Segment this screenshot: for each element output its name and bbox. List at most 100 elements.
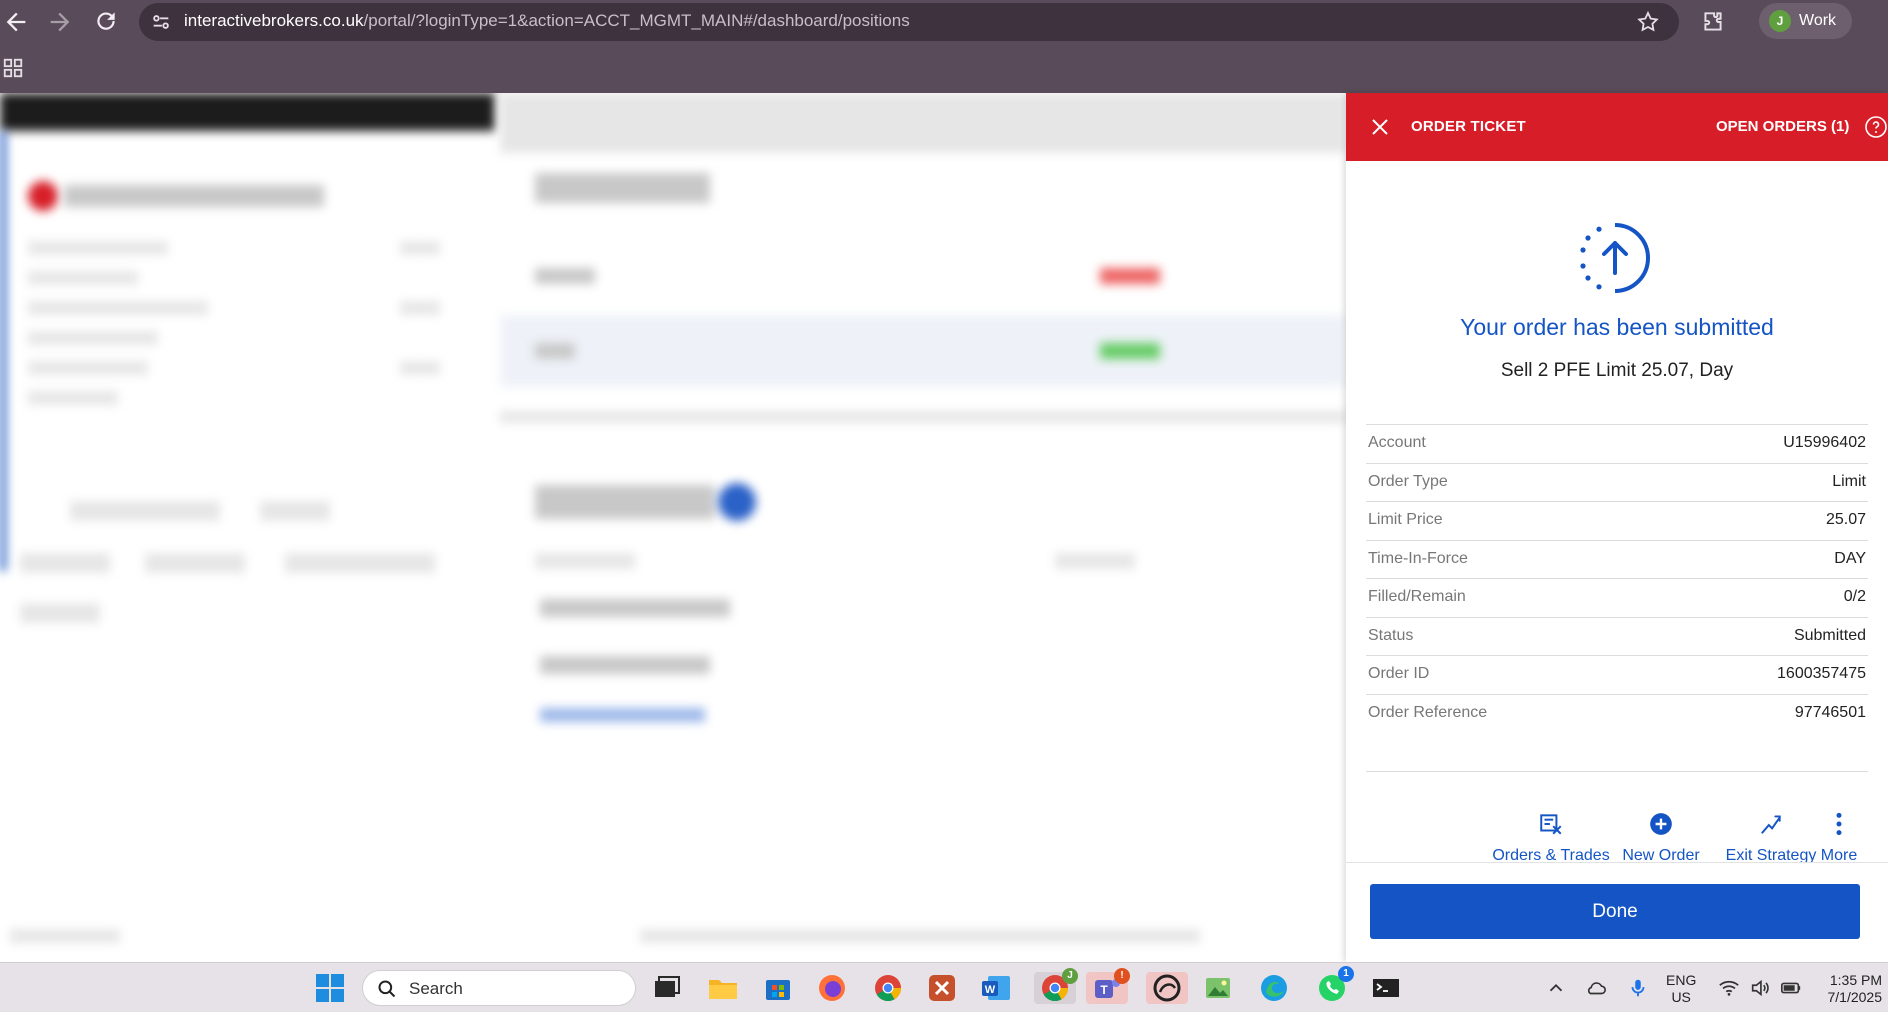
edge-icon[interactable] [1258,972,1290,1004]
order-details-table: Account U15996402 Order Type Limit Limit P… [1366,424,1868,732]
blurred-heading [535,173,710,203]
close-icon[interactable] [1368,115,1392,139]
file-explorer-icon[interactable] [707,972,739,1004]
extensions-icon[interactable] [1700,9,1726,35]
plus-circle-icon [1648,811,1674,837]
detail-value: Limit [1832,472,1866,490]
detail-row-status: Status Submitted [1366,616,1868,656]
blurred-header [0,93,495,131]
task-view-icon[interactable] [650,972,682,1004]
blurred-chip [20,553,110,573]
remote-desktop-icon[interactable] [926,972,958,1004]
microsoft-store-icon[interactable] [762,972,794,1004]
open-orders-link[interactable]: OPEN ORDERS (1) [1716,118,1849,135]
detail-label: Account [1368,434,1426,451]
blurred-value [400,241,440,255]
blurred-ticker [535,268,595,284]
detail-label: Time-In-Force [1368,549,1468,567]
detail-label: Order Type [1368,472,1448,490]
teams-icon[interactable]: T ! [1086,968,1130,1004]
volume-icon[interactable] [1749,977,1771,999]
profile-label: Work [1799,12,1837,29]
app-circle-icon[interactable] [1146,972,1188,1004]
windows-start-icon[interactable] [314,972,346,1004]
taskbar-search[interactable]: Search [362,970,636,1006]
blurred-divider [500,411,1346,423]
apps-grid-icon[interactable] [2,57,24,79]
order-submitted-title: Your order has been submitted [1460,314,1774,340]
chrome-icon[interactable] [872,972,904,1004]
done-button[interactable]: Done [1370,884,1860,939]
more-vertical-icon [1826,811,1852,837]
detail-row-filled-remain: Filled/Remain 0/2 [1366,578,1868,617]
blurred-footer [640,929,1200,943]
blurred-row-highlight [500,315,1346,387]
blurred-footer [10,929,120,943]
clock-date: 7/1/2025 [1827,989,1883,1005]
site-info-icon[interactable] [150,11,172,33]
blurred-line [28,301,208,315]
terminal-icon[interactable] [1370,972,1402,1004]
word-icon[interactable]: W [980,972,1012,1004]
language-code: ENG [1666,972,1697,988]
onedrive-icon[interactable] [1585,977,1607,999]
detail-value: DAY [1834,549,1866,567]
forward-icon[interactable] [46,8,74,36]
detail-label: Limit Price [1368,511,1443,528]
more-label: More [1820,847,1858,863]
chrome-profile-icon[interactable]: J [1034,968,1078,1004]
detail-value: Submitted [1793,626,1866,644]
detail-row-limit-price: Limit Price 25.07 [1366,501,1868,540]
chrome-profile-badge: J [1062,968,1078,984]
microphone-icon[interactable] [1627,977,1649,999]
details-divider [1366,771,1868,772]
detail-value: U15996402 [1783,434,1866,451]
bookmarks-bar [0,43,1888,93]
blurred-accent [0,131,6,571]
whatsapp-icon[interactable]: 1 [1316,966,1354,1004]
blurred-logo [28,181,58,211]
help-icon[interactable] [1864,115,1888,139]
whatsapp-badge: 1 [1338,966,1354,982]
blurred-link [540,708,705,722]
detail-row-order-type: Order Type Limit [1366,462,1868,502]
blurred-line [28,271,138,285]
browser-toolbar: interactivebrokers.co.uk/portal/?loginTy… [0,0,1888,43]
language-indicator[interactable]: ENG US [1666,972,1696,1006]
language-region: US [1671,989,1691,1005]
blurred-value [400,301,440,315]
search-label: Search [409,979,463,998]
url-text[interactable]: interactivebrokers.co.uk/portal/?loginTy… [184,11,910,31]
blurred-value [400,361,440,375]
reload-icon[interactable] [92,8,120,36]
blurred-line [28,391,118,405]
blurred-pnl [1100,343,1160,359]
blurred-tab [70,501,220,521]
blurred-nav [500,93,1346,153]
wifi-icon[interactable] [1718,977,1740,999]
blurred-ticker [535,343,575,359]
more-button[interactable]: More [1789,811,1888,863]
battery-icon[interactable] [1780,977,1802,999]
order-ticket-title: ORDER TICKET [1411,118,1526,135]
detail-value: 1600357475 [1777,665,1866,682]
url-host: interactivebrokers.co.uk [184,11,364,30]
exit-strategy-icon [1758,811,1784,837]
blurred-account-name [64,185,324,207]
order-ticket-panel: ORDER TICKET OPEN ORDERS (1) Your order … [1346,93,1888,962]
blurred-tab [260,501,330,521]
chevron-up-icon[interactable] [1545,977,1567,999]
system-clock[interactable]: 1:35 PM 7/1/2025 [1822,972,1883,1006]
blurred-line [540,599,730,617]
back-icon[interactable] [2,8,30,36]
bookmark-star-icon[interactable] [1636,10,1660,34]
detail-value: 97746501 [1794,703,1866,721]
blurred-line [28,331,158,345]
detail-row-order-id: Order ID 1600357475 [1366,655,1868,694]
image-editor-icon[interactable] [1202,972,1234,1004]
profile-button[interactable]: J Work [1759,3,1852,39]
blurred-line [535,553,635,569]
taskbar: Search W J T ! 1 ENG US 1:35 PM 7/1/2025 [0,962,1888,1012]
blurred-cash-heading [535,485,715,519]
firefox-icon[interactable] [816,972,848,1004]
